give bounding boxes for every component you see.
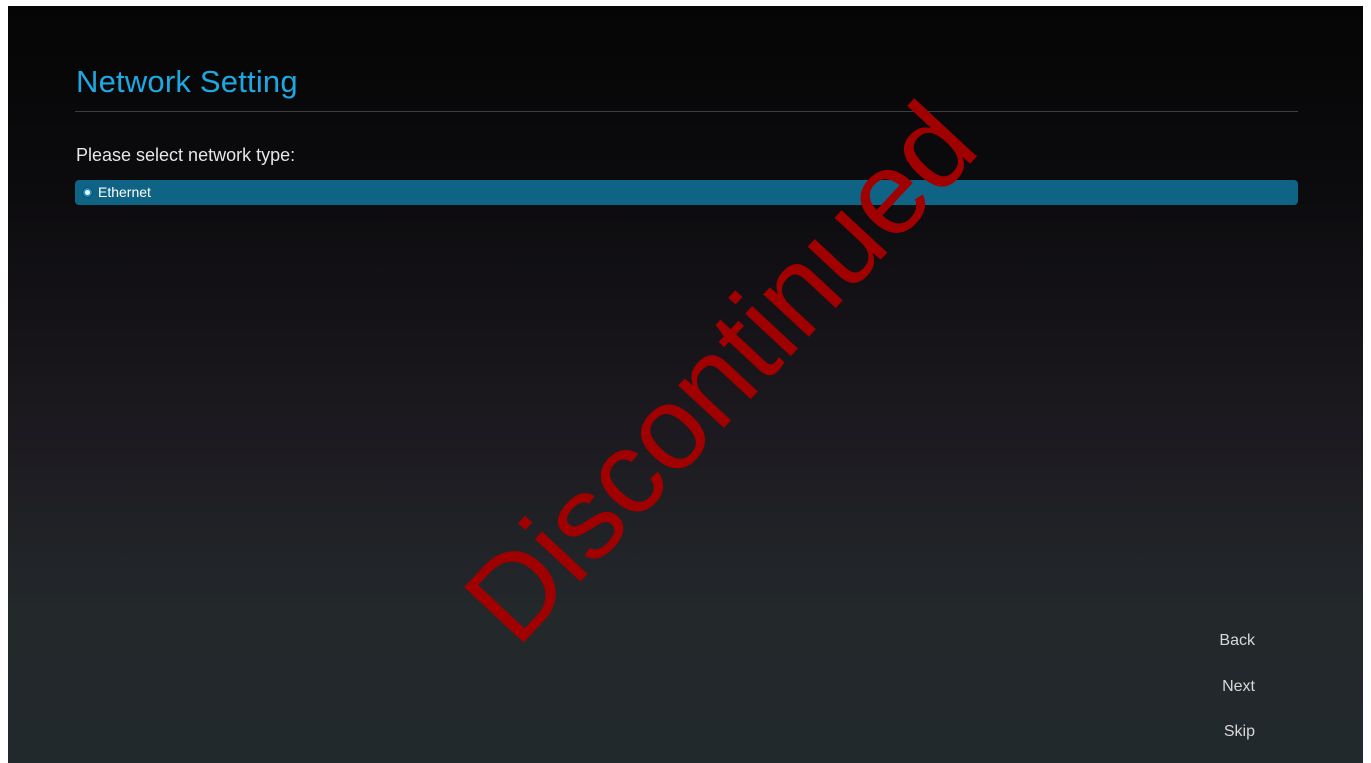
- discontinued-watermark: Discontinued: [439, 78, 1002, 668]
- radio-selected-icon[interactable]: [82, 187, 93, 198]
- network-option-ethernet[interactable]: Ethernet: [75, 180, 1298, 205]
- page-title: Network Setting: [76, 64, 298, 99]
- radio-dot-icon: [85, 190, 90, 195]
- network-option-label: Ethernet: [98, 184, 151, 200]
- back-button[interactable]: Back: [1219, 632, 1255, 650]
- next-button[interactable]: Next: [1222, 678, 1255, 696]
- skip-button[interactable]: Skip: [1224, 723, 1255, 741]
- network-type-prompt: Please select network type:: [76, 145, 296, 165]
- title-divider: [75, 111, 1298, 112]
- setup-screen: Network Setting Please select network ty…: [8, 6, 1363, 763]
